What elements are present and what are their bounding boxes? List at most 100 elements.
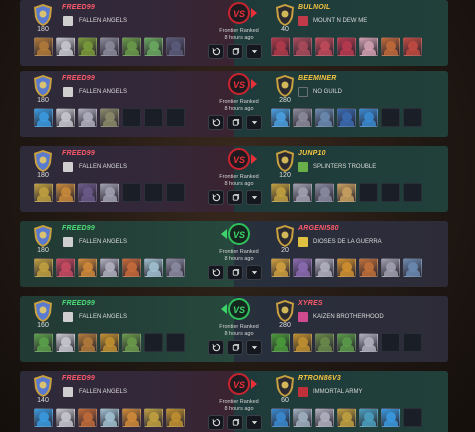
expand-button[interactable]	[246, 265, 262, 280]
monster-card[interactable]	[56, 408, 75, 427]
player-name[interactable]: RTRON86V3	[298, 375, 341, 382]
monster-card[interactable]	[166, 408, 185, 427]
monster-card[interactable]	[144, 408, 163, 427]
share-button[interactable]	[227, 44, 243, 59]
monster-card[interactable]	[100, 183, 119, 202]
expand-button[interactable]	[246, 190, 262, 205]
monster-card[interactable]	[315, 108, 334, 127]
monster-card[interactable]	[144, 37, 163, 56]
monster-card[interactable]	[381, 408, 400, 427]
monster-card[interactable]	[271, 183, 290, 202]
player-name[interactable]: FREED99	[62, 375, 95, 382]
monster-card[interactable]	[122, 258, 141, 277]
monster-card[interactable]	[56, 333, 75, 352]
monster-card[interactable]	[315, 408, 334, 427]
player-name[interactable]: ARGENI580	[298, 225, 339, 232]
monster-card[interactable]	[293, 183, 312, 202]
expand-button[interactable]	[246, 340, 262, 355]
player-name[interactable]: JUNP10	[298, 150, 326, 157]
monster-card[interactable]	[122, 408, 141, 427]
monster-card[interactable]	[34, 258, 53, 277]
monster-card[interactable]	[122, 333, 141, 352]
monster-card[interactable]	[100, 108, 119, 127]
monster-card[interactable]	[293, 333, 312, 352]
monster-card[interactable]	[315, 37, 334, 56]
monster-card[interactable]	[78, 333, 97, 352]
expand-button[interactable]	[246, 44, 262, 59]
monster-card[interactable]	[359, 333, 378, 352]
guild-name[interactable]: MOUNT N DEW ME	[313, 18, 367, 24]
guild-name[interactable]: FALLEN ANGELS	[79, 164, 127, 170]
monster-card[interactable]	[56, 258, 75, 277]
monster-card[interactable]	[78, 408, 97, 427]
monster-card[interactable]	[293, 108, 312, 127]
share-button[interactable]	[227, 190, 243, 205]
monster-card[interactable]	[271, 37, 290, 56]
monster-card[interactable]	[34, 183, 53, 202]
guild-name[interactable]: SPLINTERS TROUBLE	[313, 164, 376, 170]
replay-button[interactable]	[208, 265, 224, 280]
monster-card[interactable]	[166, 258, 185, 277]
share-button[interactable]	[227, 115, 243, 130]
player-name[interactable]: FREED99	[62, 4, 95, 11]
player-name[interactable]: BULNOIL	[298, 4, 331, 11]
monster-card[interactable]	[337, 408, 356, 427]
guild-name[interactable]: FALLEN ANGELS	[79, 389, 127, 395]
monster-card[interactable]	[359, 37, 378, 56]
guild-name[interactable]: NO GUILD	[313, 89, 342, 95]
guild-name[interactable]: FALLEN ANGELS	[79, 314, 127, 320]
monster-card[interactable]	[78, 37, 97, 56]
monster-card[interactable]	[100, 37, 119, 56]
monster-card[interactable]	[315, 258, 334, 277]
monster-card[interactable]	[293, 37, 312, 56]
monster-card[interactable]	[337, 108, 356, 127]
share-button[interactable]	[227, 415, 243, 430]
monster-card[interactable]	[100, 333, 119, 352]
monster-card[interactable]	[293, 408, 312, 427]
player-name[interactable]: FREED99	[62, 75, 95, 82]
share-button[interactable]	[227, 265, 243, 280]
monster-card[interactable]	[403, 258, 422, 277]
monster-card[interactable]	[144, 258, 163, 277]
monster-card[interactable]	[337, 183, 356, 202]
monster-card[interactable]	[100, 258, 119, 277]
expand-button[interactable]	[246, 415, 262, 430]
guild-name[interactable]: FALLEN ANGELS	[79, 239, 127, 245]
monster-card[interactable]	[337, 333, 356, 352]
monster-card[interactable]	[78, 183, 97, 202]
monster-card[interactable]	[166, 37, 185, 56]
monster-card[interactable]	[78, 258, 97, 277]
player-name[interactable]: BEEMINER	[298, 75, 337, 82]
guild-name[interactable]: FALLEN ANGELS	[79, 89, 127, 95]
monster-card[interactable]	[337, 37, 356, 56]
monster-card[interactable]	[100, 408, 119, 427]
monster-card[interactable]	[34, 37, 53, 56]
monster-card[interactable]	[403, 37, 422, 56]
monster-card[interactable]	[56, 108, 75, 127]
monster-card[interactable]	[271, 333, 290, 352]
guild-name[interactable]: FALLEN ANGELS	[79, 18, 127, 24]
monster-card[interactable]	[271, 408, 290, 427]
guild-name[interactable]: IMMORTAL ARMY	[313, 389, 363, 395]
monster-card[interactable]	[315, 333, 334, 352]
monster-card[interactable]	[359, 108, 378, 127]
monster-card[interactable]	[337, 258, 356, 277]
player-name[interactable]: FREED99	[62, 300, 95, 307]
monster-card[interactable]	[381, 258, 400, 277]
monster-card[interactable]	[34, 408, 53, 427]
replay-button[interactable]	[208, 190, 224, 205]
monster-card[interactable]	[34, 108, 53, 127]
monster-card[interactable]	[78, 108, 97, 127]
monster-card[interactable]	[271, 258, 290, 277]
replay-button[interactable]	[208, 115, 224, 130]
monster-card[interactable]	[293, 258, 312, 277]
monster-card[interactable]	[122, 37, 141, 56]
replay-button[interactable]	[208, 340, 224, 355]
replay-button[interactable]	[208, 415, 224, 430]
player-name[interactable]: XYRES	[298, 300, 323, 307]
player-name[interactable]: FREED99	[62, 150, 95, 157]
monster-card[interactable]	[34, 333, 53, 352]
share-button[interactable]	[227, 340, 243, 355]
guild-name[interactable]: KAIZEN BROTHERHOOD	[313, 314, 384, 320]
monster-card[interactable]	[315, 183, 334, 202]
